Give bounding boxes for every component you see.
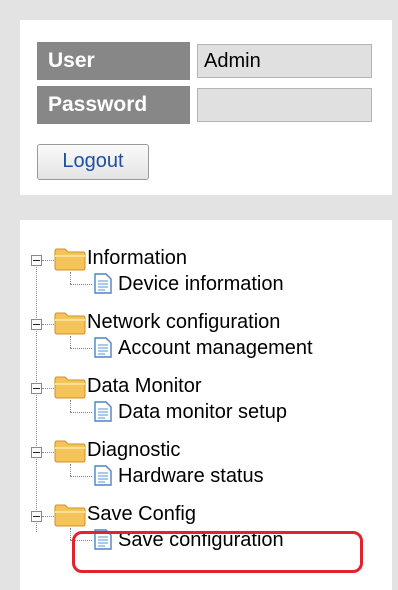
collapse-icon[interactable] [31,383,42,394]
tree-connector-line [70,284,92,285]
document-icon [94,337,112,358]
tree-connector-line [36,260,37,532]
tree-connector-line [42,260,54,261]
tree-connector-line [70,400,71,412]
tree-connector-line [70,348,92,349]
tree-connector-line [70,540,92,541]
user-field[interactable]: Admin [197,44,372,78]
tree-item-device-information[interactable]: Device information [118,273,284,296]
tree-folder-network-configuration[interactable]: Network configuration [87,311,280,334]
tree-folder-data-monitor[interactable]: Data Monitor [87,375,202,398]
document-icon [94,273,112,294]
tree-folder-diagnostic[interactable]: Diagnostic [87,439,180,462]
tree-folder-information[interactable]: Information [87,247,187,270]
tree-item-data-monitor-setup[interactable]: Data monitor setup [118,401,287,424]
logout-button[interactable]: Logout [37,144,149,180]
tree-connector-line [42,324,54,325]
password-field[interactable] [197,88,372,122]
folder-icon [54,376,86,399]
document-icon [94,401,112,422]
user-label: User [37,42,190,80]
collapse-icon[interactable] [31,447,42,458]
tree-folder-save-config[interactable]: Save Config [87,503,196,526]
tree-connector-line [42,388,54,389]
tree-connector-line [70,336,71,348]
tree-connector-line [42,516,54,517]
collapse-icon[interactable] [31,511,42,522]
document-icon [94,529,112,550]
tree-item-save-configuration[interactable]: Save configuration [118,529,284,552]
folder-icon [54,504,86,527]
tree-connector-line [70,412,92,413]
tree-connector-line [70,476,92,477]
tree-item-hardware-status[interactable]: Hardware status [118,465,264,488]
login-panel: User Admin Password Logout [20,20,392,195]
folder-icon [54,440,86,463]
folder-icon [54,248,86,271]
collapse-icon[interactable] [31,319,42,330]
password-label: Password [37,86,190,124]
folder-icon [54,312,86,335]
tree-connector-line [42,452,54,453]
tree-connector-line [70,464,71,476]
tree-connector-line [70,528,71,540]
document-icon [94,465,112,486]
collapse-icon[interactable] [31,255,42,266]
navigation-tree: Information Device information Network c… [20,220,392,590]
tree-item-account-management[interactable]: Account management [118,337,313,360]
tree-connector-line [70,272,71,284]
